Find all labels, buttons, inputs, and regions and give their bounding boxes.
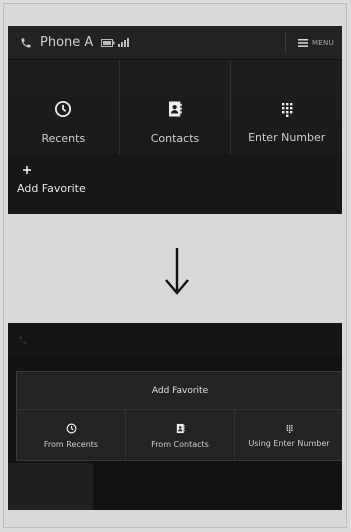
from-recents-label: From Recents bbox=[43, 439, 99, 449]
plus-icon bbox=[20, 163, 34, 177]
contacts-icon bbox=[176, 423, 185, 433]
contacts-label: Contacts bbox=[150, 131, 200, 145]
down-arrow-icon bbox=[165, 248, 189, 295]
dimmed-header bbox=[8, 323, 342, 356]
menu-icon bbox=[297, 38, 308, 47]
add-favorite-label: Add Favorite bbox=[17, 182, 86, 195]
header-bar: Phone A MENU bbox=[8, 26, 342, 60]
from-contacts-option[interactable]: From Contacts bbox=[126, 410, 235, 461]
add-favorite-screen: Add Favorite From Recents From Contacts … bbox=[8, 323, 342, 510]
clock-icon bbox=[66, 423, 76, 433]
menu-button[interactable]: MENU bbox=[284, 31, 334, 54]
using-enter-number-label: Using Enter Number bbox=[248, 438, 330, 448]
phone-menu-screen: Phone A MENU Recents Contacts Enter Numb… bbox=[8, 26, 342, 214]
add-favorite-button[interactable]: Add Favorite bbox=[8, 154, 342, 214]
signal-icon bbox=[118, 38, 130, 47]
battery-icon bbox=[101, 38, 115, 47]
divider bbox=[284, 31, 286, 54]
recents-label: Recents bbox=[41, 131, 86, 145]
enter-number-label: Enter Number bbox=[248, 130, 326, 144]
status-icons bbox=[101, 38, 130, 47]
keypad-icon bbox=[286, 424, 293, 433]
dialog-options: From Recents From Contacts Using Enter N… bbox=[17, 410, 342, 461]
clock-icon bbox=[55, 100, 72, 117]
using-enter-number-option[interactable]: Using Enter Number bbox=[235, 410, 342, 461]
from-recents-option[interactable]: From Recents bbox=[17, 410, 126, 461]
add-favorite-dialog: Add Favorite From Recents From Contacts … bbox=[16, 371, 342, 461]
menu-label: MENU bbox=[311, 38, 334, 47]
dialog-title: Add Favorite bbox=[17, 372, 342, 410]
contacts-icon bbox=[169, 101, 182, 116]
dimmed-add-favorite bbox=[8, 463, 93, 510]
phone-icon bbox=[19, 335, 27, 344]
from-contacts-label: From Contacts bbox=[151, 439, 209, 449]
phone-icon bbox=[18, 35, 34, 51]
device-title: Phone A bbox=[40, 35, 94, 50]
keypad-icon bbox=[281, 102, 293, 117]
